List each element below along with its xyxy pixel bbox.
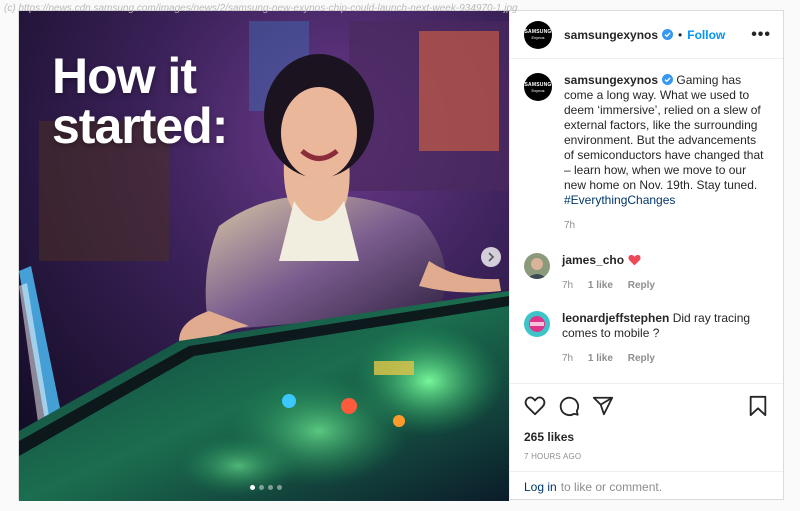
comment-item: james_cho 7h 1 like Reply bbox=[524, 253, 769, 293]
bookmark-icon[interactable] bbox=[747, 395, 769, 417]
chevron-right-icon bbox=[488, 252, 495, 262]
login-prompt-text: to like or comment. bbox=[560, 479, 663, 494]
comment-username[interactable]: leonardjeffstephen bbox=[562, 311, 669, 325]
verified-badge-icon bbox=[662, 29, 674, 40]
reply-button[interactable]: Reply bbox=[628, 280, 655, 291]
caption: SAMSUNG Exynos samsungexynos Gaming has … bbox=[524, 73, 769, 233]
caption-username[interactable]: samsungexynos bbox=[564, 73, 658, 87]
avatar[interactable]: SAMSUNG Exynos bbox=[524, 20, 552, 49]
comment-icon[interactable] bbox=[558, 395, 580, 417]
comment-username[interactable]: james_cho bbox=[562, 253, 624, 267]
login-prompt: Log in to like or comment. bbox=[510, 471, 783, 501]
login-link[interactable]: Log in bbox=[524, 480, 557, 494]
caption-time: 7h bbox=[564, 220, 576, 231]
source-watermark: (c) https://news.cdn.samsung.com/images/… bbox=[4, 3, 518, 14]
more-options-button[interactable]: ••• bbox=[751, 26, 771, 44]
post-timestamp: 7 HOURS AGO bbox=[524, 452, 582, 461]
heart-icon[interactable] bbox=[524, 395, 546, 417]
hashtag-link[interactable]: #EverythingChanges bbox=[564, 193, 675, 207]
avatar[interactable] bbox=[524, 253, 550, 279]
comment-time: 7h bbox=[562, 353, 574, 364]
carousel-dot bbox=[268, 485, 273, 490]
comment-time: 7h bbox=[562, 280, 574, 291]
carousel-indicator bbox=[250, 485, 282, 490]
share-icon[interactable] bbox=[592, 395, 614, 417]
avatar[interactable] bbox=[524, 311, 550, 337]
user-photo-icon bbox=[524, 253, 550, 279]
avatar[interactable]: SAMSUNG Exynos bbox=[524, 73, 552, 101]
reply-button[interactable]: Reply bbox=[628, 353, 655, 364]
follow-button[interactable]: Follow bbox=[687, 28, 725, 42]
username-link[interactable]: samsungexynos bbox=[564, 28, 658, 42]
user-photo-icon bbox=[524, 311, 550, 337]
likes-count[interactable]: 265 likes bbox=[524, 430, 769, 444]
post-media[interactable]: How it started: bbox=[19, 11, 509, 501]
next-slide-button[interactable] bbox=[481, 247, 501, 267]
caption-text: Gaming has come a long way. What we used… bbox=[564, 73, 764, 192]
comment-likes[interactable]: 1 like bbox=[588, 280, 613, 291]
comment-item: leonardjeffstephen Did ray tracing comes… bbox=[524, 311, 769, 366]
post-actions: 265 likes 7 HOURS AGO bbox=[510, 383, 783, 471]
post-side-panel: SAMSUNG Exynos samsungexynos • Follow ••… bbox=[509, 11, 783, 501]
comments-list[interactable]: SAMSUNG Exynos samsungexynos Gaming has … bbox=[510, 59, 783, 383]
headline-text: How it started: bbox=[52, 48, 228, 154]
carousel-dot bbox=[259, 485, 264, 490]
heart-emoji-icon bbox=[628, 254, 641, 266]
verified-badge-icon bbox=[662, 74, 674, 85]
comment-likes[interactable]: 1 like bbox=[588, 353, 613, 364]
instagram-post: How it started: SAMSUNG Exynos samsungex… bbox=[18, 10, 784, 501]
separator-dot: • bbox=[678, 27, 683, 42]
post-header: SAMSUNG Exynos samsungexynos • Follow ••… bbox=[510, 11, 783, 59]
carousel-dot bbox=[277, 485, 282, 490]
avatar-logo-subtext: Exynos bbox=[531, 35, 545, 40]
carousel-dot bbox=[250, 485, 255, 490]
avatar-logo-subtext: Exynos bbox=[531, 87, 545, 93]
